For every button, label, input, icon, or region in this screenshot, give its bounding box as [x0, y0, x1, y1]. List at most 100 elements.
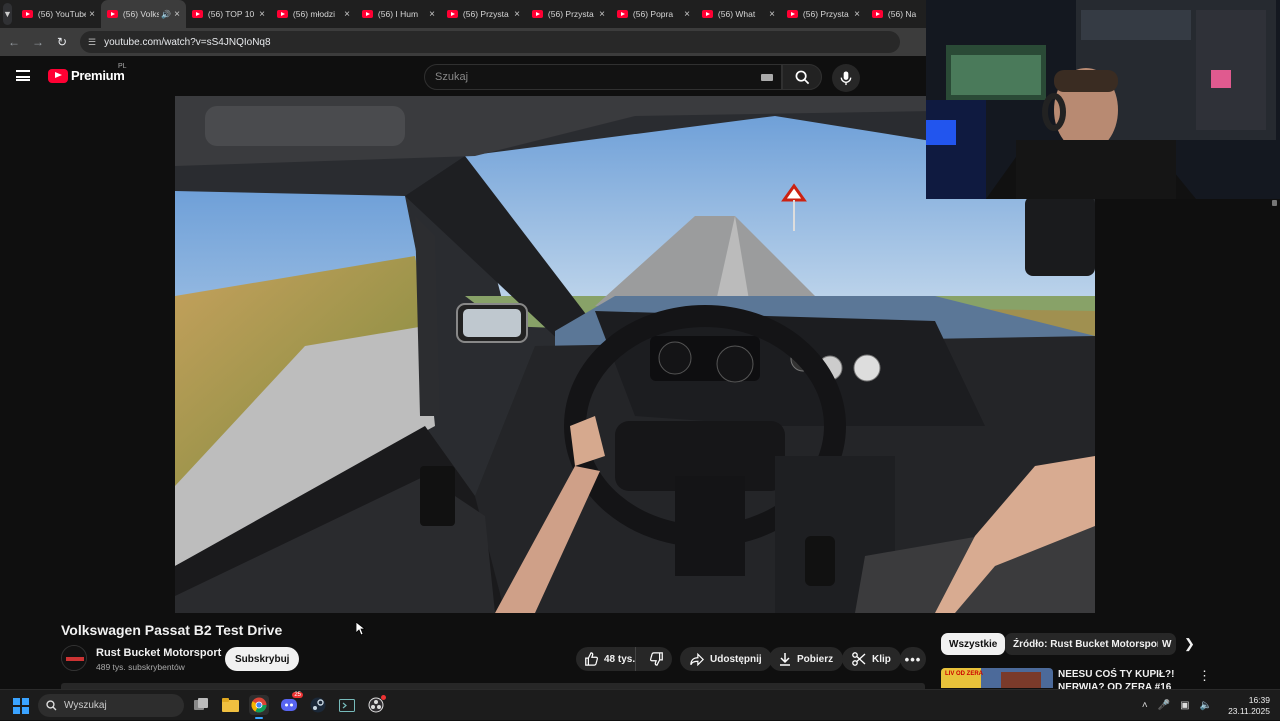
volume-icon[interactable]: 🔈: [1200, 700, 1212, 711]
speaker-icon[interactable]: 🔊: [161, 10, 171, 19]
search-button[interactable]: [782, 64, 822, 90]
browser-tab[interactable]: (56) Popra ×: [611, 0, 696, 28]
close-tab-icon[interactable]: ×: [769, 9, 775, 20]
browser-tab[interactable]: (56) YouTube ×: [16, 0, 101, 28]
chevron-right-icon[interactable]: ❯: [1184, 636, 1195, 652]
scissors-icon: [852, 652, 866, 666]
voice-search-button[interactable]: [832, 64, 860, 92]
task-view-icon[interactable]: [191, 695, 211, 715]
browser-tab[interactable]: (56) I Hum ×: [356, 0, 441, 28]
channel-name[interactable]: Rust Bucket Motorsport: [96, 647, 221, 659]
close-tab-icon[interactable]: ×: [89, 9, 95, 20]
search-icon: [795, 70, 809, 84]
taskbar-search-input[interactable]: Wyszukaj: [38, 694, 184, 717]
chip-channel-source[interactable]: Źródło: Rust Bucket Motorsport: [1005, 633, 1173, 655]
scrollbar-thumb[interactable]: [1272, 200, 1277, 206]
close-tab-icon[interactable]: ×: [174, 9, 180, 20]
clock[interactable]: 16:39 23.11.2025: [1228, 695, 1270, 717]
obs-icon[interactable]: [366, 695, 386, 715]
keyboard-icon[interactable]: [761, 74, 773, 81]
tab-label: (56) Popra: [632, 9, 674, 19]
microphone-icon: [840, 70, 852, 85]
youtube-favicon-icon: [446, 10, 458, 18]
browser-tab[interactable]: (56) TOP 10 ×: [186, 0, 271, 28]
chrome-icon[interactable]: [249, 695, 269, 719]
youtube-header: Premium PL Szukaj: [0, 56, 926, 96]
tab-label: (56) What: [717, 9, 756, 19]
close-tab-icon[interactable]: ×: [259, 9, 265, 20]
tab-list: (56) YouTube×(56) Volkswagen Passat B2🔊×…: [16, 0, 951, 28]
youtube-premium-logo[interactable]: Premium PL: [48, 63, 127, 83]
close-tab-icon[interactable]: ×: [854, 9, 860, 20]
windows-taskbar: Wyszukaj 25 ˄ 🎤 ▣ 🔈 16:39 23.11.2025: [0, 689, 1280, 720]
reload-icon[interactable]: ↻: [50, 35, 74, 49]
youtube-favicon-icon: [871, 10, 883, 18]
browser-tab-strip: ▼ (56) YouTube×(56) Volkswagen Passat B2…: [0, 0, 926, 28]
more-vertical-icon[interactable]: ⋮: [1198, 668, 1211, 684]
like-dislike-group: 48 tys.: [576, 647, 672, 671]
search-input[interactable]: Szukaj: [424, 64, 782, 90]
youtube-play-icon: [48, 68, 68, 83]
share-label: Udostępnij: [710, 653, 762, 665]
menu-icon[interactable]: [16, 70, 30, 81]
close-tab-icon[interactable]: ×: [429, 9, 435, 20]
tab-label: (56) Przysta: [462, 9, 509, 19]
browser-tab[interactable]: (56) Przysta ×: [526, 0, 611, 28]
forward-icon[interactable]: →: [26, 35, 50, 49]
browser-tab[interactable]: (56) Przysta ×: [781, 0, 866, 28]
video-title: Volkswagen Passat B2 Test Drive: [61, 622, 283, 638]
steam-icon[interactable]: [308, 695, 328, 715]
share-button[interactable]: Udostępnij: [680, 647, 772, 671]
close-tab-icon[interactable]: ×: [344, 9, 350, 20]
network-icon[interactable]: ▣: [1180, 700, 1189, 711]
windows-start-icon[interactable]: [13, 698, 29, 714]
tab-label: (56) TOP 10: [207, 9, 255, 19]
clock-date: 23.11.2025: [1228, 705, 1270, 716]
more-actions-button[interactable]: •••: [900, 647, 926, 671]
more-horizontal-icon: •••: [904, 651, 922, 667]
url-field[interactable]: ☰ youtube.com/watch?v=sS4JNQIoNq8: [80, 31, 900, 53]
tab-label: (56) Volkswagen Passat B2: [122, 9, 160, 19]
close-tab-icon[interactable]: ×: [599, 9, 605, 20]
microphone-tray-icon[interactable]: 🎤: [1158, 700, 1170, 711]
browser-tab[interactable]: (56) młodzi ×: [271, 0, 356, 28]
webcam-overlay: [926, 0, 1280, 199]
close-tab-icon[interactable]: ×: [514, 9, 520, 20]
discord-badge: 25: [292, 692, 303, 698]
mouse-cursor-icon: [356, 622, 365, 636]
tab-label: (56) młodzi: [292, 9, 335, 19]
youtube-favicon-icon: [531, 10, 543, 18]
streamer-webcam-image: [926, 0, 1280, 199]
thumbs-up-icon: [585, 652, 598, 666]
channel-logo-image: [62, 646, 86, 670]
chip-partial[interactable]: W: [1158, 633, 1176, 655]
clip-button[interactable]: Klip: [842, 647, 901, 671]
recommendation-thumbnail[interactable]: LIV OD ZERA: [941, 668, 1053, 688]
chip-all[interactable]: Wszystkie: [941, 633, 1006, 655]
channel-avatar[interactable]: [61, 645, 87, 671]
tab-search-button[interactable]: ▼: [3, 3, 12, 25]
youtube-favicon-icon: [106, 10, 118, 18]
search-placeholder: Szukaj: [435, 71, 469, 83]
like-button[interactable]: 48 tys.: [576, 647, 637, 671]
discord-icon[interactable]: 25: [279, 692, 303, 715]
file-explorer-icon[interactable]: [220, 695, 240, 715]
search-icon: [46, 700, 57, 711]
recommendation-title[interactable]: NEESU COŚ TY KUPIŁ?! NERWIA? OD ZERA #16: [1058, 668, 1188, 690]
tab-label: (56) Przysta: [802, 9, 849, 19]
browser-tab[interactable]: (56) What ×: [696, 0, 781, 28]
site-info-icon[interactable]: ☰: [88, 37, 96, 48]
thumbnail-text: LIV OD ZERA: [945, 671, 984, 677]
download-button[interactable]: Pobierz: [769, 647, 844, 671]
clock-time: 16:39: [1248, 694, 1270, 705]
back-icon[interactable]: ←: [2, 35, 26, 49]
browser-tab[interactable]: (56) Przysta ×: [441, 0, 526, 28]
browser-tab[interactable]: (56) Volkswagen Passat B2🔊×: [100, 0, 186, 28]
youtube-favicon-icon: [276, 10, 288, 18]
close-tab-icon[interactable]: ×: [684, 9, 690, 20]
address-toolbar: ← → ↻ ☰ youtube.com/watch?v=sS4JNQIoNq8: [0, 28, 926, 56]
tray-chevron-up-icon[interactable]: ˄: [1142, 700, 1148, 711]
dislike-button[interactable]: [642, 652, 672, 666]
subscribe-button[interactable]: Subskrybuj: [225, 647, 300, 671]
terminal-icon[interactable]: [337, 695, 357, 715]
